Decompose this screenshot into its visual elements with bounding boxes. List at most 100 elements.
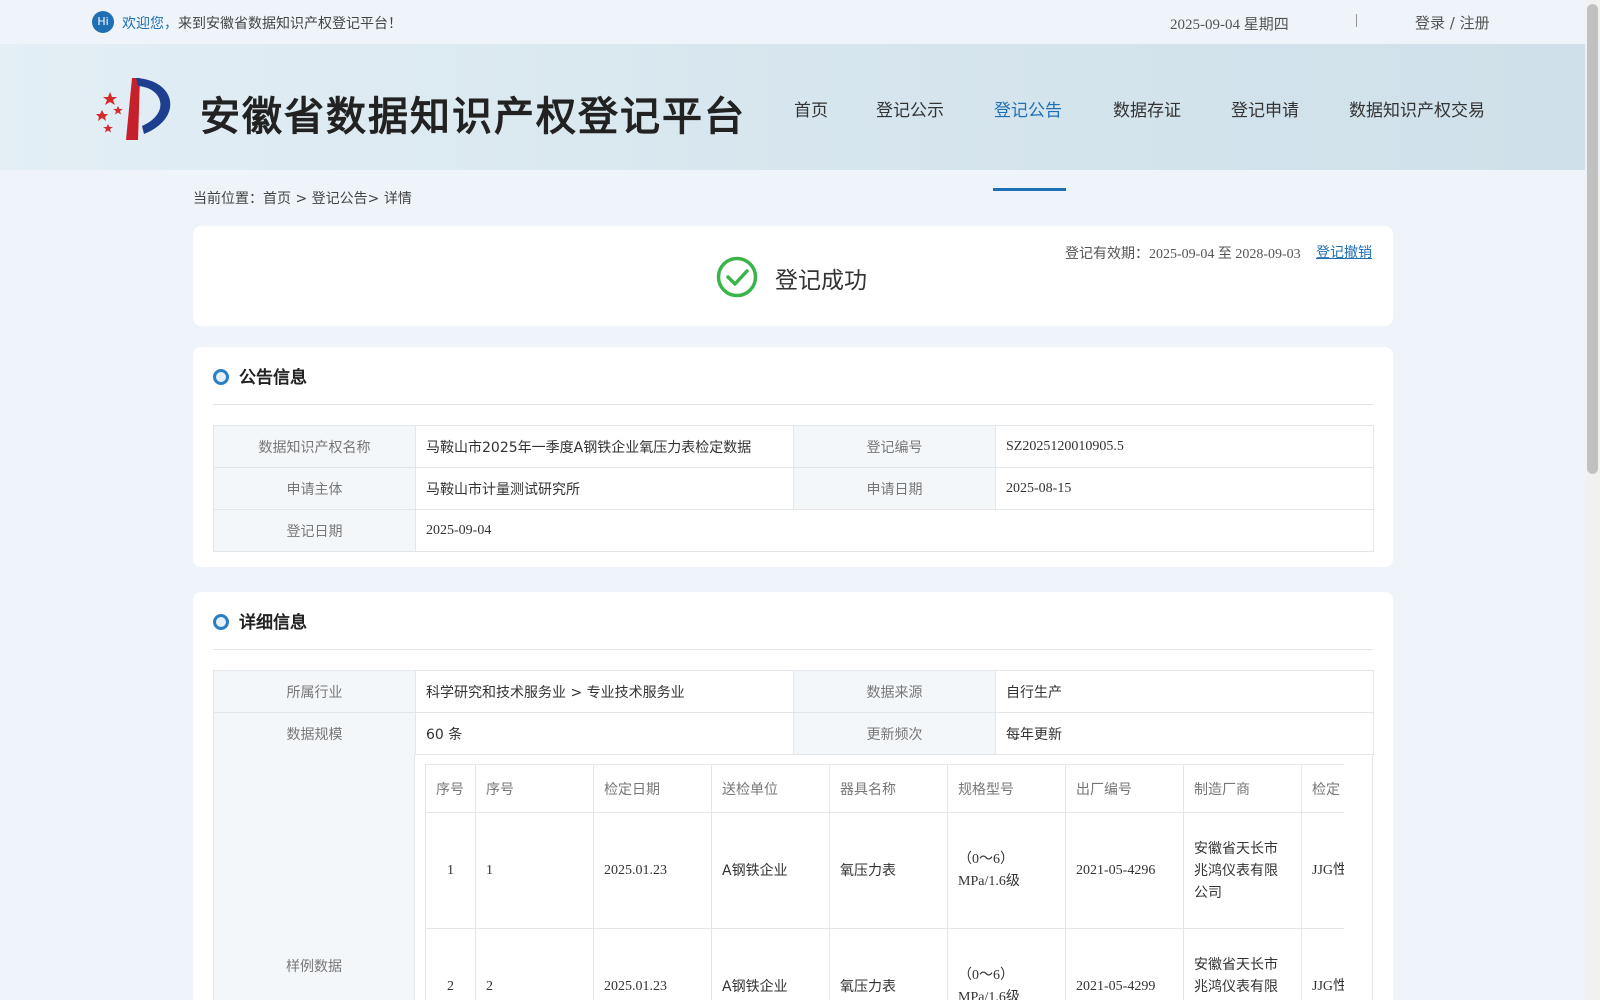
field-label: 数据规模 xyxy=(213,712,416,755)
table-header-row: 序号 序号 检定日期 送检单位 器具名称 规格型号 出厂编号 制造厂商 检定 xyxy=(425,764,1344,813)
field-value: 2025-08-15 xyxy=(995,467,1374,510)
table-cell: 2021-05-4296 xyxy=(1065,812,1184,929)
column-header: 检定 xyxy=(1301,764,1344,813)
top-bar: Hi 欢迎您， 来到安徽省数据知识产权登记平台！ 2025-09-04 星期四 … xyxy=(0,0,1585,44)
column-header: 序号 xyxy=(475,764,594,813)
register-link[interactable]: 注册 xyxy=(1460,14,1490,32)
field-label: 所属行业 xyxy=(213,670,416,713)
field-label: 登记编号 xyxy=(793,425,996,468)
table-cell: 1 xyxy=(425,812,476,929)
nav-item-trade[interactable]: 数据知识产权交易 xyxy=(1349,96,1485,121)
breadcrumb-home[interactable]: 首页 xyxy=(263,191,291,207)
field-label: 更新频次 xyxy=(793,712,996,755)
nav-item-announcement[interactable]: 登记公告 xyxy=(994,96,1062,121)
detail-card: 详细信息 所属行业 科学研究和技术服务业 > 专业技术服务业 数据来源 自行生产… xyxy=(193,592,1393,1000)
nav-active-underline xyxy=(993,188,1066,191)
scrollbar-thumb[interactable] xyxy=(1587,4,1598,474)
column-header: 序号 xyxy=(425,764,476,813)
table-row: 1 1 2025.01.23 A钢铁企业 氧压力表 （0～6）MPa/1.6级 … xyxy=(425,812,1344,929)
column-header: 送检单位 xyxy=(711,764,830,813)
table-cell: 2 xyxy=(475,928,594,1000)
field-value: 2025-09-04 xyxy=(415,509,1374,552)
sample-table-container[interactable]: 序号 序号 检定日期 送检单位 器具名称 规格型号 出厂编号 制造厂商 检定 1… xyxy=(415,754,1373,1000)
bullet-icon xyxy=(213,614,229,630)
bullet-icon xyxy=(213,369,229,385)
check-circle-icon xyxy=(716,256,758,298)
table-row: 数据知识产权名称 马鞍山市2025年一季度A钢铁企业氧压力表检定数据 登记编号 … xyxy=(213,425,1374,468)
table-cell: JJG性…力表…表和 xyxy=(1301,812,1344,929)
column-header: 出厂编号 xyxy=(1065,764,1184,813)
announcement-title: 公告信息 xyxy=(239,368,307,388)
login-link[interactable]: 登录 xyxy=(1415,14,1445,32)
column-header: 制造厂商 xyxy=(1183,764,1302,813)
auth-separator: / xyxy=(1445,14,1460,32)
table-cell: 安徽省天长市兆鸿仪表有限公司 xyxy=(1183,928,1302,1000)
field-label: 登记日期 xyxy=(213,509,416,552)
field-value: SZ2025120010905.5 xyxy=(995,425,1374,468)
table-cell: 氧压力表 xyxy=(829,812,948,929)
table-cell: A钢铁企业 xyxy=(711,928,830,1000)
validity-range: 2025-09-04 至 2028-09-03 xyxy=(1149,247,1301,262)
nav-item-publicity[interactable]: 登记公示 xyxy=(876,96,944,121)
table-cell: （0～6）MPa/1.6级 xyxy=(947,812,1066,929)
table-cell: 2021-05-4299 xyxy=(1065,928,1184,1000)
validity-period: 登记有效期：2025-09-04 至 2028-09-03 xyxy=(1065,243,1301,263)
main-nav: 首页 登记公示 登记公告 数据存证 登记申请 数据知识产权交易 xyxy=(0,96,1585,191)
table-cell: A钢铁企业 xyxy=(711,812,830,929)
table-cell: 2025.01.23 xyxy=(593,812,712,929)
section-title: 公告信息 xyxy=(213,363,307,388)
column-header: 器具名称 xyxy=(829,764,948,813)
nav-item-apply[interactable]: 登记申请 xyxy=(1231,96,1299,121)
table-cell: 安徽省天长市兆鸿仪表有限公司 xyxy=(1183,812,1302,929)
table-cell: 2 xyxy=(425,928,476,1000)
table-row: 2 2 2025.01.23 A钢铁企业 氧压力表 （0～6）MPa/1.6级 … xyxy=(425,928,1344,1000)
breadcrumb-sep: > xyxy=(367,191,384,207)
field-value: 马鞍山市计量测试研究所 xyxy=(415,467,794,510)
divider xyxy=(213,404,1373,405)
table-row: 数据规模 60 条 更新频次 每年更新 xyxy=(213,712,1374,755)
breadcrumb-sep: > xyxy=(291,191,312,207)
field-value: 60 条 xyxy=(415,712,794,755)
sample-table: 序号 序号 检定日期 送检单位 器具名称 规格型号 出厂编号 制造厂商 检定 1… xyxy=(425,764,1344,1000)
table-cell: 氧压力表 xyxy=(829,928,948,1000)
current-date: 2025-09-04 星期四 xyxy=(1170,17,1289,33)
page-scrollbar[interactable] xyxy=(1585,0,1600,1000)
field-value: 自行生产 xyxy=(995,670,1374,713)
topbar-separator: | xyxy=(1355,12,1359,28)
registration-status: 登记成功 xyxy=(775,268,867,294)
field-label: 数据来源 xyxy=(793,670,996,713)
column-header: 规格型号 xyxy=(947,764,1066,813)
sample-table-viewport[interactable]: 序号 序号 检定日期 送检单位 器具名称 规格型号 出厂编号 制造厂商 检定 1… xyxy=(425,764,1344,1000)
field-value: 每年更新 xyxy=(995,712,1374,755)
nav-item-evidence[interactable]: 数据存证 xyxy=(1113,96,1181,121)
field-value: 科学研究和技术服务业 > 专业技术服务业 xyxy=(415,670,794,713)
announcement-table: 数据知识产权名称 马鞍山市2025年一季度A钢铁企业氧压力表检定数据 登记编号 … xyxy=(213,425,1374,552)
site-header: 安徽省数据知识产权登记平台 首页 登记公示 登记公告 数据存证 登记申请 数据知… xyxy=(0,44,1585,191)
breadcrumb-prefix: 当前位置： xyxy=(193,191,263,207)
table-cell: JJG性…力表… xyxy=(1301,928,1344,1000)
validity-label: 登记有效期： xyxy=(1065,246,1149,262)
breadcrumb-current: 详情 xyxy=(383,191,412,207)
table-cell: 1 xyxy=(475,812,594,929)
hi-icon: Hi xyxy=(92,11,114,33)
breadcrumb: 当前位置：首页 > 登记公告> 详情 xyxy=(193,188,412,208)
field-label: 申请日期 xyxy=(793,467,996,510)
status-card: 登记成功 登记有效期：2025-09-04 至 2028-09-03 登记撤销 xyxy=(193,226,1393,326)
column-header: 检定日期 xyxy=(593,764,712,813)
breadcrumb-section[interactable]: 登记公告 xyxy=(312,191,368,207)
welcome-text: 来到安徽省数据知识产权登记平台！ xyxy=(178,16,402,32)
field-value: 马鞍山市2025年一季度A钢铁企业氧压力表检定数据 xyxy=(415,425,794,468)
field-label: 申请主体 xyxy=(213,467,416,510)
welcome-highlight: 欢迎您， xyxy=(122,16,178,32)
revoke-link[interactable]: 登记撤销 xyxy=(1316,242,1372,262)
table-cell: （0～6）MPa/1.6级 xyxy=(947,928,1066,1000)
detail-title: 详细信息 xyxy=(239,613,307,633)
field-label: 数据知识产权名称 xyxy=(213,425,416,468)
nav-item-home[interactable]: 首页 xyxy=(794,96,828,121)
auth-links: 登录 / 注册 xyxy=(1415,12,1490,33)
table-row: 登记日期 2025-09-04 xyxy=(213,509,1374,552)
table-row: 所属行业 科学研究和技术服务业 > 专业技术服务业 数据来源 自行生产 xyxy=(213,670,1374,713)
sample-label: 样例数据 xyxy=(286,959,342,975)
table-cell: 2025.01.23 xyxy=(593,928,712,1000)
announcement-card: 公告信息 数据知识产权名称 马鞍山市2025年一季度A钢铁企业氧压力表检定数据 … xyxy=(193,347,1393,567)
